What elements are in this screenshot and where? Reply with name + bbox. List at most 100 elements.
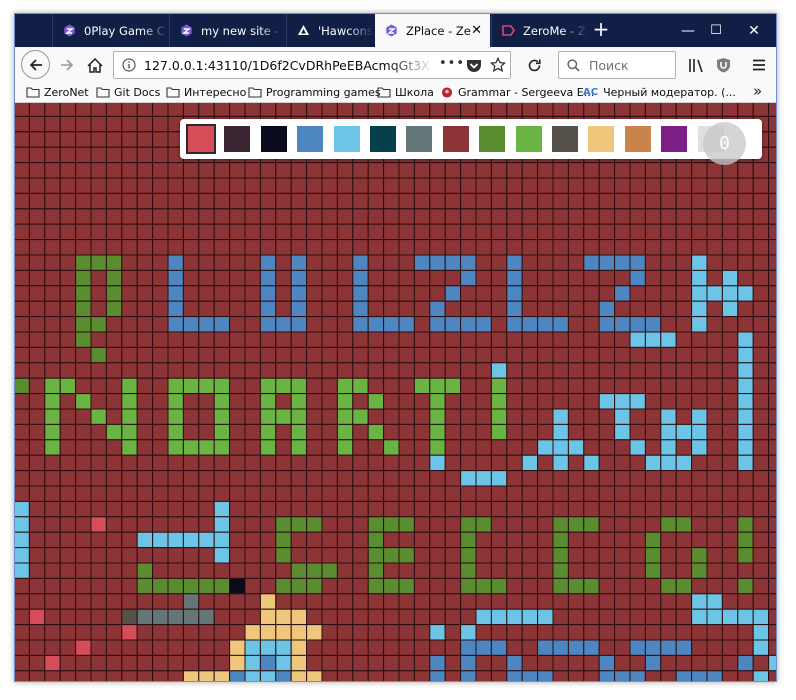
canvas-pixel[interactable] <box>352 239 369 256</box>
canvas-pixel[interactable] <box>691 439 708 456</box>
canvas-pixel[interactable] <box>552 516 569 533</box>
canvas-pixel[interactable] <box>506 454 523 472</box>
canvas-pixel[interactable] <box>567 423 585 441</box>
canvas-pixel[interactable] <box>90 377 107 395</box>
canvas-pixel[interactable] <box>59 346 77 364</box>
canvas-pixel[interactable] <box>598 577 616 595</box>
canvas-pixel[interactable] <box>59 423 77 441</box>
canvas-pixel[interactable] <box>121 362 138 379</box>
canvas-pixel[interactable] <box>691 377 708 395</box>
canvas-pixel[interactable] <box>521 531 539 549</box>
canvas-pixel[interactable] <box>644 577 662 595</box>
canvas-pixel[interactable] <box>675 393 693 410</box>
canvas-pixel[interactable] <box>675 285 693 302</box>
canvas-pixel[interactable] <box>321 423 338 441</box>
canvas-pixel[interactable] <box>490 377 508 395</box>
canvas-pixel[interactable] <box>737 562 754 579</box>
canvas-pixel[interactable] <box>44 269 61 287</box>
canvas-pixel[interactable] <box>506 393 523 410</box>
canvas-pixel[interactable] <box>290 192 308 210</box>
canvas-pixel[interactable] <box>691 485 708 502</box>
canvas-pixel[interactable] <box>213 531 231 549</box>
canvas-pixel[interactable] <box>537 377 554 395</box>
canvas-pixel[interactable] <box>213 577 231 595</box>
address-bar[interactable]: 127.0.0.1:43110/1D6f2CvDRhPeEBAcmqGt3X •… <box>113 51 511 79</box>
canvas-pixel[interactable] <box>768 192 777 210</box>
canvas-pixel[interactable] <box>198 316 215 333</box>
canvas-pixel[interactable] <box>398 547 415 564</box>
canvas-pixel[interactable] <box>629 162 646 179</box>
canvas-pixel[interactable] <box>306 516 323 533</box>
canvas-pixel[interactable] <box>752 103 770 117</box>
canvas-pixel[interactable] <box>152 470 169 487</box>
canvas-pixel[interactable] <box>675 608 693 626</box>
canvas-pixel[interactable] <box>152 485 169 502</box>
canvas-pixel[interactable] <box>259 269 277 287</box>
canvas-pixel[interactable] <box>259 254 277 271</box>
canvas-pixel[interactable] <box>306 285 323 302</box>
canvas-pixel[interactable] <box>59 500 77 518</box>
canvas-pixel[interactable] <box>475 562 492 579</box>
canvas-pixel[interactable] <box>552 331 569 348</box>
canvas-pixel[interactable] <box>306 316 323 333</box>
palette-color-swatch[interactable] <box>442 126 469 152</box>
canvas-pixel[interactable] <box>44 624 61 641</box>
canvas-pixel[interactable] <box>614 670 631 682</box>
canvas-pixel[interactable] <box>182 547 200 564</box>
canvas-pixel[interactable] <box>552 269 569 287</box>
canvas-pixel[interactable] <box>352 377 369 395</box>
canvas-pixel[interactable] <box>490 223 508 241</box>
canvas-pixel[interactable] <box>629 408 646 425</box>
canvas-pixel[interactable] <box>644 377 662 395</box>
canvas-pixel[interactable] <box>306 654 323 672</box>
canvas-pixel[interactable] <box>59 115 77 133</box>
canvas-pixel[interactable] <box>444 177 462 194</box>
canvas-pixel[interactable] <box>136 131 154 148</box>
canvas-pixel[interactable] <box>413 454 431 472</box>
canvas-pixel[interactable] <box>614 654 631 672</box>
canvas-pixel[interactable] <box>475 177 492 194</box>
canvas-pixel[interactable] <box>75 177 92 194</box>
canvas-pixel[interactable] <box>691 208 708 225</box>
canvas-pixel[interactable] <box>460 162 477 179</box>
canvas-pixel[interactable] <box>614 362 631 379</box>
canvas-pixel[interactable] <box>290 254 308 271</box>
canvas-pixel[interactable] <box>244 377 261 395</box>
canvas-pixel[interactable] <box>367 500 385 518</box>
canvas-pixel[interactable] <box>321 177 338 194</box>
canvas-pixel[interactable] <box>290 593 308 610</box>
canvas-pixel[interactable] <box>675 192 693 210</box>
canvas-pixel[interactable] <box>182 377 200 395</box>
canvas-pixel[interactable] <box>275 485 292 502</box>
canvas-pixel[interactable] <box>321 192 338 210</box>
canvas-pixel[interactable] <box>59 485 77 502</box>
canvas-pixel[interactable] <box>198 269 215 287</box>
canvas-pixel[interactable] <box>752 577 770 595</box>
canvas-pixel[interactable] <box>552 439 569 456</box>
canvas-pixel[interactable] <box>675 423 693 441</box>
canvas-pixel[interactable] <box>737 239 754 256</box>
canvas-pixel[interactable] <box>105 624 123 641</box>
canvas-pixel[interactable] <box>598 316 616 333</box>
canvas-pixel[interactable] <box>521 177 539 194</box>
canvas-pixel[interactable] <box>398 254 415 271</box>
canvas-pixel[interactable] <box>321 470 338 487</box>
canvas-pixel[interactable] <box>229 423 246 441</box>
canvas-pixel[interactable] <box>136 162 154 179</box>
canvas-pixel[interactable] <box>521 192 539 210</box>
canvas-pixel[interactable] <box>737 300 754 318</box>
canvas-pixel[interactable] <box>259 577 277 595</box>
canvas-pixel[interactable] <box>460 331 477 348</box>
canvas-pixel[interactable] <box>44 103 61 117</box>
canvas-pixel[interactable] <box>567 239 585 256</box>
canvas-pixel[interactable] <box>75 562 92 579</box>
canvas-pixel[interactable] <box>490 608 508 626</box>
canvas-pixel[interactable] <box>306 362 323 379</box>
canvas-pixel[interactable] <box>75 454 92 472</box>
canvas-pixel[interactable] <box>90 624 107 641</box>
canvas-pixel[interactable] <box>167 377 184 395</box>
canvas-pixel[interactable] <box>182 103 200 117</box>
canvas-pixel[interactable] <box>306 639 323 656</box>
canvas-pixel[interactable] <box>444 377 462 395</box>
canvas-pixel[interactable] <box>706 577 723 595</box>
